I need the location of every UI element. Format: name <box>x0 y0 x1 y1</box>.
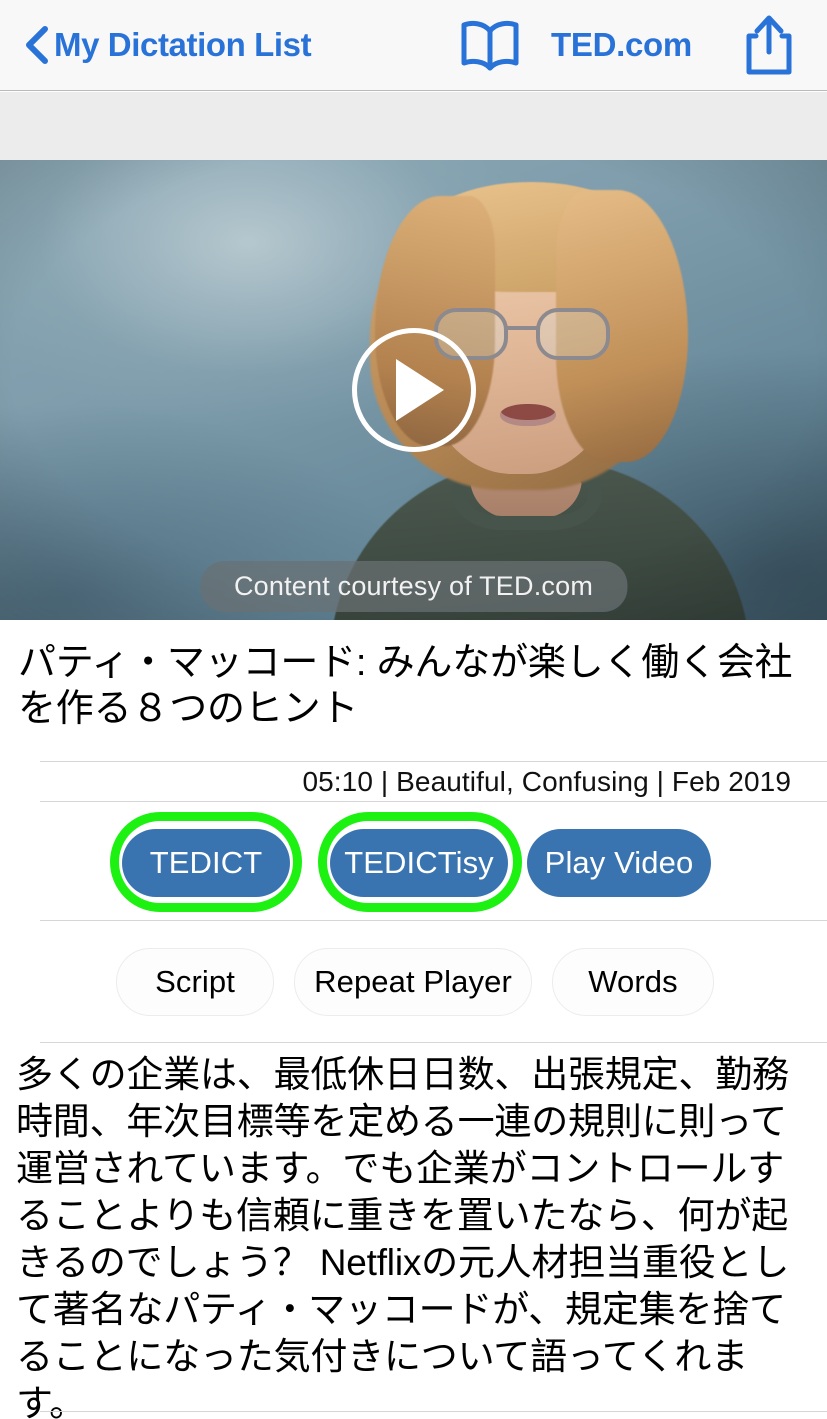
tedictisy-button[interactable]: TEDICTisy <box>330 829 508 897</box>
video-thumbnail[interactable]: Content courtesy of TED.com <box>0 160 827 620</box>
play-triangle-icon <box>395 359 444 421</box>
open-book-icon[interactable] <box>458 19 522 71</box>
script-button[interactable]: Script <box>116 948 274 1016</box>
talk-title: パティ・マッコード: みんなが楽しく働く会社を作る８つのヒント <box>18 642 793 731</box>
play-video-button[interactable]: Play Video <box>527 829 711 897</box>
play-button[interactable] <box>351 328 476 452</box>
divider-above-description <box>40 1042 827 1043</box>
divider-below-meta <box>40 801 827 802</box>
divider-above-meta <box>40 761 827 762</box>
secondary-button-row: Script Repeat Player Words <box>0 948 827 1018</box>
back-button[interactable]: My Dictation List <box>24 25 312 65</box>
toolbar-spacer-strip <box>0 92 827 160</box>
divider-below-primary-buttons <box>40 920 827 921</box>
ted-com-link[interactable]: TED.com <box>551 26 692 64</box>
talk-meta: 05:10 | Beautiful, Confusing | Feb 2019 <box>302 766 791 797</box>
share-up-arrow-icon[interactable] <box>744 14 794 76</box>
courtesy-caption: Content courtesy of TED.com <box>199 561 628 612</box>
app-root: My Dictation List TED.com Content courte… <box>0 0 827 1419</box>
back-button-label: My Dictation List <box>54 26 312 63</box>
chevron-left-icon <box>26 26 48 64</box>
repeat-player-button[interactable]: Repeat Player <box>294 948 532 1016</box>
words-button[interactable]: Words <box>552 948 714 1016</box>
navigation-bar: My Dictation List TED.com <box>0 0 827 91</box>
talk-description: 多くの企業は、最低休日日数、出張規定、勤務時間、年次目標等を定める一連の規則に則… <box>16 1054 790 1419</box>
divider-bottom <box>40 1411 827 1412</box>
primary-button-row: TEDICT TEDICTisy Play Video <box>0 810 827 914</box>
tedict-button[interactable]: TEDICT <box>122 829 290 897</box>
